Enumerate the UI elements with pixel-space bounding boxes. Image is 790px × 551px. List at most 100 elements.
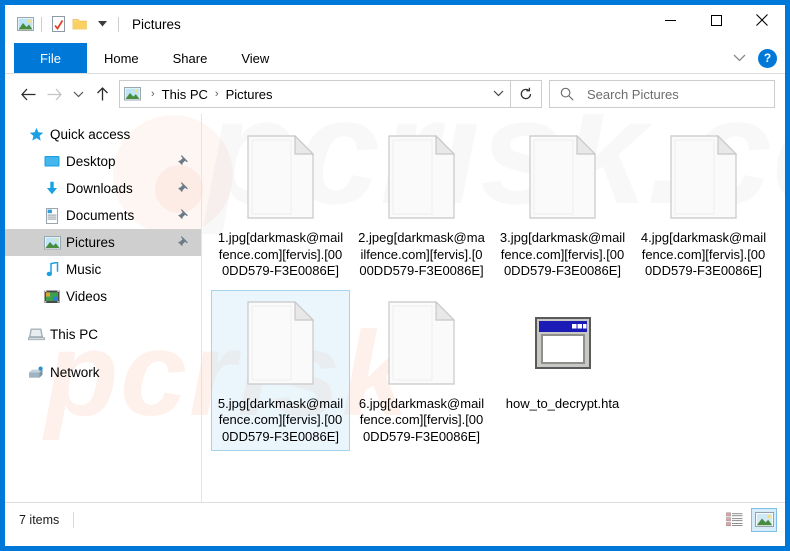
- file-item[interactable]: 4.jpg[darkmask@mailfence.com][fervis].[0…: [634, 124, 773, 286]
- file-item[interactable]: 1.jpg[darkmask@mailfence.com][fervis].[0…: [211, 124, 350, 286]
- address-dropdown-icon[interactable]: [486, 81, 510, 105]
- address-bar[interactable]: › This PC › Pictures: [119, 80, 511, 108]
- file-name: how_to_decrypt.hta: [505, 395, 620, 411]
- generic-file-icon: [656, 129, 752, 225]
- sidebar-label-music: Music: [66, 262, 102, 277]
- explorer-body: Quick access Desktop Downloads Documents…: [5, 114, 785, 502]
- file-explorer-window: pcrisk.com pcrisk: [0, 0, 790, 551]
- file-item[interactable]: 5.jpg[darkmask@mailfence.com][fervis].[0…: [211, 289, 350, 451]
- navigation-pane: Quick access Desktop Downloads Documents…: [5, 114, 201, 502]
- refresh-button[interactable]: [511, 80, 542, 108]
- sidebar-item-desktop[interactable]: Desktop: [5, 148, 201, 175]
- pin-icon[interactable]: [177, 208, 189, 223]
- file-name: 2.jpeg[darkmask@mailfence.com][fervis].[…: [358, 230, 485, 278]
- search-icon: [550, 87, 584, 101]
- forward-button[interactable]: [41, 80, 67, 108]
- sidebar-label-pictures: Pictures: [66, 235, 115, 250]
- sidebar-label-videos: Videos: [66, 289, 108, 304]
- status-bar: 7 items: [5, 502, 785, 536]
- tab-share[interactable]: Share: [156, 43, 225, 73]
- close-button[interactable]: [739, 5, 785, 35]
- tab-view[interactable]: View: [224, 43, 286, 73]
- breadcrumb-separator-0: ›: [151, 88, 155, 100]
- minimize-button[interactable]: [647, 5, 693, 35]
- videos-icon: [43, 290, 61, 304]
- search-box[interactable]: Search Pictures: [549, 80, 775, 108]
- generic-file-icon: [374, 295, 470, 391]
- sidebar-item-this-pc[interactable]: This PC: [5, 321, 201, 348]
- breadcrumb-pictures-icon: [124, 87, 141, 101]
- generic-file-icon: [233, 129, 329, 225]
- large-icons-view-button[interactable]: [751, 507, 777, 532]
- ribbon-right-controls: ?: [728, 43, 777, 73]
- qat-separator-2: [118, 16, 119, 32]
- generic-file-icon: [233, 295, 329, 391]
- music-icon: [43, 262, 61, 277]
- recent-locations-button[interactable]: [67, 80, 89, 108]
- sidebar-label-documents: Documents: [66, 208, 135, 223]
- sidebar-label-downloads: Downloads: [66, 181, 133, 196]
- window-title: Pictures: [132, 16, 181, 32]
- sidebar-item-videos[interactable]: Videos: [5, 283, 201, 310]
- sidebar-item-network[interactable]: Network: [5, 359, 201, 386]
- pictures-icon: [43, 235, 61, 250]
- sidebar-gap-1: [5, 310, 201, 321]
- breadcrumb-item-pictures[interactable]: Pictures: [224, 87, 275, 102]
- breadcrumb-separator-1[interactable]: ›: [210, 88, 224, 100]
- qat-separator-1: [41, 16, 42, 32]
- sidebar-item-pictures[interactable]: Pictures: [5, 229, 201, 256]
- sidebar-label-quick-access: Quick access: [50, 127, 131, 142]
- file-name: 6.jpg[darkmask@mailfence.com][fervis].[0…: [358, 395, 485, 444]
- quick-access-toolbar: [5, 13, 124, 35]
- up-button[interactable]: [89, 80, 115, 108]
- title-bar: Pictures: [5, 5, 785, 43]
- maximize-button[interactable]: [693, 5, 739, 35]
- search-input[interactable]: Search Pictures: [587, 87, 679, 102]
- file-item[interactable]: 3.jpg[darkmask@mailfence.com][fervis].[0…: [493, 124, 632, 286]
- pin-icon[interactable]: [177, 154, 189, 169]
- sidebar-item-documents[interactable]: Documents: [5, 202, 201, 229]
- pictures-folder-icon[interactable]: [14, 13, 36, 35]
- desktop-icon: [43, 155, 61, 169]
- this-pc-icon: [27, 328, 45, 342]
- star-icon: [27, 127, 45, 142]
- file-item[interactable]: 6.jpg[darkmask@mailfence.com][fervis].[0…: [352, 290, 491, 452]
- hta-window-icon: [515, 295, 611, 391]
- documents-icon: [43, 207, 61, 224]
- item-count-label: 7 items: [19, 512, 60, 527]
- file-name: 5.jpg[darkmask@mailfence.com][fervis].[0…: [217, 395, 344, 444]
- sidebar-item-music[interactable]: Music: [5, 256, 201, 283]
- file-item[interactable]: how_to_decrypt.hta: [493, 290, 632, 452]
- file-list-view: 1.jpg[darkmask@mailfence.com][fervis].[0…: [202, 114, 785, 502]
- sidebar-item-quick-access[interactable]: Quick access: [5, 121, 201, 148]
- sidebar-label-network: Network: [50, 365, 100, 380]
- view-mode-buttons: [721, 507, 777, 532]
- ribbon-tabs: File Home Share View ?: [5, 43, 785, 73]
- new-folder-icon[interactable]: [69, 13, 91, 35]
- window-controls: [647, 5, 785, 35]
- file-item[interactable]: 2.jpeg[darkmask@mailfence.com][fervis].[…: [352, 124, 491, 286]
- file-name: 4.jpg[darkmask@mailfence.com][fervis].[0…: [640, 230, 767, 278]
- customize-quick-access-icon[interactable]: [91, 13, 113, 35]
- sidebar-item-downloads[interactable]: Downloads: [5, 175, 201, 202]
- status-separator: [73, 511, 75, 528]
- breadcrumb-item-this-pc[interactable]: This PC: [160, 87, 210, 102]
- details-view-button[interactable]: [721, 508, 747, 532]
- sidebar-label-desktop: Desktop: [66, 154, 116, 169]
- tab-file[interactable]: File: [14, 43, 87, 73]
- pin-icon[interactable]: [177, 235, 189, 250]
- sidebar-label-this-pc: This PC: [50, 327, 99, 342]
- generic-file-icon: [515, 129, 611, 225]
- address-bar-row: › This PC › Pictures Search Pictures: [5, 74, 785, 114]
- tab-home[interactable]: Home: [87, 43, 156, 73]
- help-icon[interactable]: ?: [758, 48, 777, 68]
- properties-icon[interactable]: [47, 13, 69, 35]
- pin-icon[interactable]: [177, 181, 189, 196]
- back-button[interactable]: [15, 80, 41, 108]
- network-icon: [27, 366, 45, 380]
- file-name: 3.jpg[darkmask@mailfence.com][fervis].[0…: [499, 230, 626, 278]
- generic-file-icon: [374, 129, 470, 225]
- downloads-icon: [43, 181, 61, 196]
- file-name: 1.jpg[darkmask@mailfence.com][fervis].[0…: [217, 230, 344, 278]
- chevron-down-icon[interactable]: [728, 47, 750, 69]
